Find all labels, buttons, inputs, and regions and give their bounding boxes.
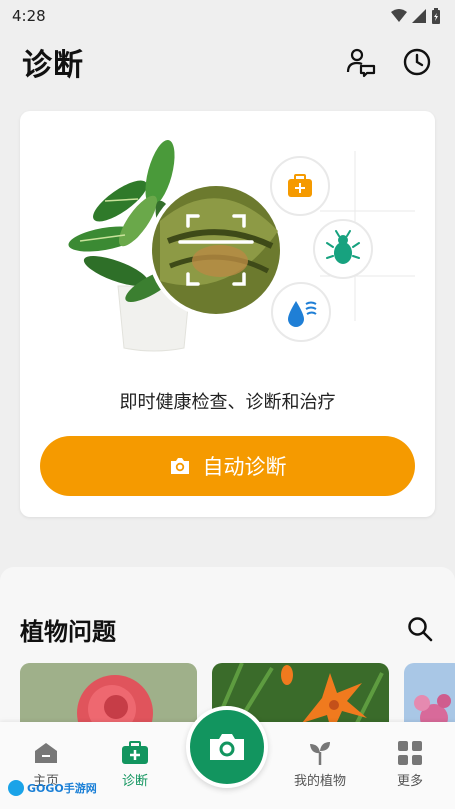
status-time: 4:28 bbox=[12, 7, 46, 25]
status-icons bbox=[391, 8, 441, 24]
watermark-text: GOGO手游网 bbox=[27, 782, 97, 795]
nav-more[interactable]: 更多 bbox=[370, 740, 450, 789]
history-button[interactable] bbox=[399, 44, 435, 80]
page-title: 诊断 bbox=[22, 48, 84, 83]
camera-icon bbox=[210, 734, 244, 760]
nav-my-plants[interactable]: 我的植物 bbox=[280, 740, 360, 789]
auto-diagnose-label: 自动诊断 bbox=[202, 455, 287, 479]
camera-scan-button[interactable] bbox=[186, 706, 268, 788]
camera-icon bbox=[170, 458, 189, 474]
watermark: GOGO手游网 bbox=[8, 780, 97, 796]
home-icon bbox=[35, 743, 57, 763]
nav-my-plants-label: 我的植物 bbox=[293, 774, 346, 789]
nav-diagnosis[interactable]: 诊断 bbox=[95, 740, 175, 789]
search-button[interactable] bbox=[402, 611, 438, 647]
expert-chat-icon bbox=[346, 48, 376, 78]
battery-icon bbox=[432, 8, 440, 24]
section-title: 植物问题 bbox=[20, 617, 116, 646]
wifi-icon bbox=[391, 9, 407, 22]
plant-diagnosis-illustration bbox=[68, 140, 415, 352]
section-header: 植物问题 bbox=[20, 611, 438, 647]
signal-icon bbox=[412, 9, 426, 23]
expert-chat-button[interactable] bbox=[343, 44, 379, 80]
search-icon bbox=[408, 617, 433, 642]
diagnosis-kit-icon bbox=[122, 741, 148, 764]
app-header: 诊断 bbox=[0, 32, 455, 92]
status-bar: 4:28 bbox=[0, 0, 455, 32]
grid-icon bbox=[398, 741, 422, 765]
auto-diagnose-button[interactable]: 自动诊断 bbox=[40, 436, 415, 496]
diagnosis-caption: 即时健康检查、诊断和治疗 bbox=[119, 392, 336, 413]
sprout-icon bbox=[310, 742, 330, 765]
watermark-logo-icon bbox=[8, 780, 24, 796]
history-clock-icon bbox=[403, 48, 431, 76]
diagnosis-card: 即时健康检查、诊断和治疗 自动诊断 bbox=[20, 111, 435, 517]
nav-more-label: 更多 bbox=[396, 774, 423, 789]
header-actions bbox=[343, 44, 435, 80]
nav-diagnosis-label: 诊断 bbox=[121, 774, 148, 789]
